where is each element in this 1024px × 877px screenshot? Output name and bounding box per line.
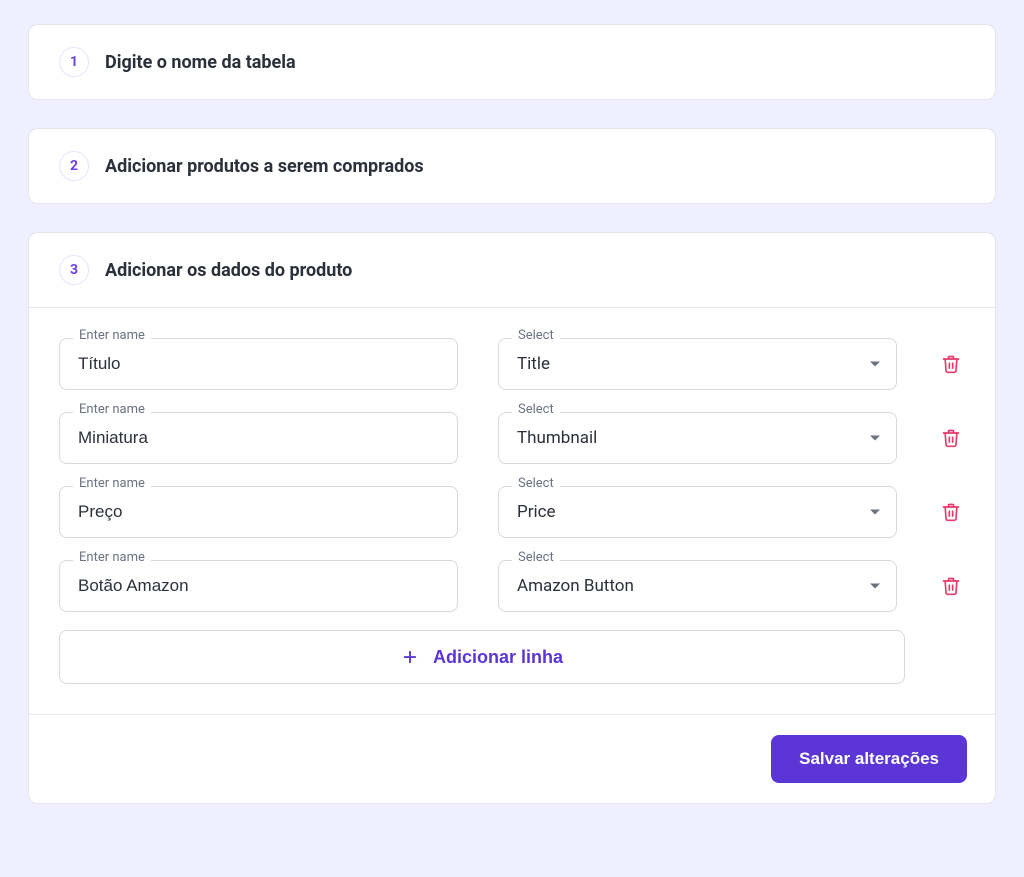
- trash-icon: [941, 575, 961, 597]
- select-value: Title: [517, 354, 550, 374]
- step-1-badge: 1: [59, 47, 89, 77]
- select-label: Select: [512, 550, 560, 565]
- type-select[interactable]: Price: [498, 486, 897, 538]
- chevron-down-icon: [870, 436, 880, 441]
- enter-name-label: Enter name: [73, 476, 151, 491]
- step-2-badge: 2: [59, 151, 89, 181]
- step-3-panel: 3 Adicionar os dados do produto Enter na…: [28, 232, 996, 804]
- select-label: Select: [512, 476, 560, 491]
- trash-icon: [941, 353, 961, 375]
- select-field-wrap: Select Amazon Button: [498, 550, 897, 612]
- enter-name-label: Enter name: [73, 328, 151, 343]
- field-row: Enter name Select Title: [59, 328, 965, 390]
- field-row: Enter name Select Amazon Button: [59, 550, 965, 612]
- name-input[interactable]: [59, 486, 458, 538]
- field-row: Enter name Select Price: [59, 476, 965, 538]
- trash-icon: [941, 427, 961, 449]
- step-2-title: Adicionar produtos a serem comprados: [105, 156, 424, 177]
- select-value: Price: [517, 502, 556, 522]
- name-input[interactable]: [59, 338, 458, 390]
- type-select[interactable]: Amazon Button: [498, 560, 897, 612]
- step-2-header[interactable]: 2 Adicionar produtos a serem comprados: [29, 129, 995, 203]
- delete-row-button[interactable]: [937, 338, 965, 390]
- select-value: Amazon Button: [517, 576, 634, 596]
- name-input[interactable]: [59, 560, 458, 612]
- step-2-panel[interactable]: 2 Adicionar produtos a serem comprados: [28, 128, 996, 204]
- delete-row-button[interactable]: [937, 412, 965, 464]
- name-input[interactable]: [59, 412, 458, 464]
- delete-row-button[interactable]: [937, 560, 965, 612]
- chevron-down-icon: [870, 510, 880, 515]
- select-field-wrap: Select Thumbnail: [498, 402, 897, 464]
- field-row: Enter name Select Thumbnail: [59, 402, 965, 464]
- enter-name-label: Enter name: [73, 550, 151, 565]
- select-label: Select: [512, 402, 560, 417]
- type-select[interactable]: Thumbnail: [498, 412, 897, 464]
- add-row-label: Adicionar linha: [433, 647, 563, 668]
- step-3-badge: 3: [59, 255, 89, 285]
- select-value: Thumbnail: [517, 428, 597, 448]
- chevron-down-icon: [870, 362, 880, 367]
- select-label: Select: [512, 328, 560, 343]
- select-field-wrap: Select Price: [498, 476, 897, 538]
- chevron-down-icon: [870, 584, 880, 589]
- step-1-panel[interactable]: 1 Digite o nome da tabela: [28, 24, 996, 100]
- step-3-title: Adicionar os dados do produto: [105, 260, 352, 281]
- type-select[interactable]: Title: [498, 338, 897, 390]
- step-1-header[interactable]: 1 Digite o nome da tabela: [29, 25, 995, 99]
- name-field-wrap: Enter name: [59, 328, 458, 390]
- delete-row-button[interactable]: [937, 486, 965, 538]
- add-row-button[interactable]: Adicionar linha: [59, 630, 905, 684]
- name-field-wrap: Enter name: [59, 402, 458, 464]
- trash-icon: [941, 501, 961, 523]
- enter-name-label: Enter name: [73, 402, 151, 417]
- save-button[interactable]: Salvar alterações: [771, 735, 967, 783]
- step-1-title: Digite o nome da tabela: [105, 52, 296, 73]
- select-field-wrap: Select Title: [498, 328, 897, 390]
- panel-footer: Salvar alterações: [29, 714, 995, 803]
- product-data-body: Enter name Select Title: [29, 307, 995, 714]
- step-3-header[interactable]: 3 Adicionar os dados do produto: [29, 233, 995, 307]
- name-field-wrap: Enter name: [59, 476, 458, 538]
- name-field-wrap: Enter name: [59, 550, 458, 612]
- plus-icon: [401, 648, 419, 666]
